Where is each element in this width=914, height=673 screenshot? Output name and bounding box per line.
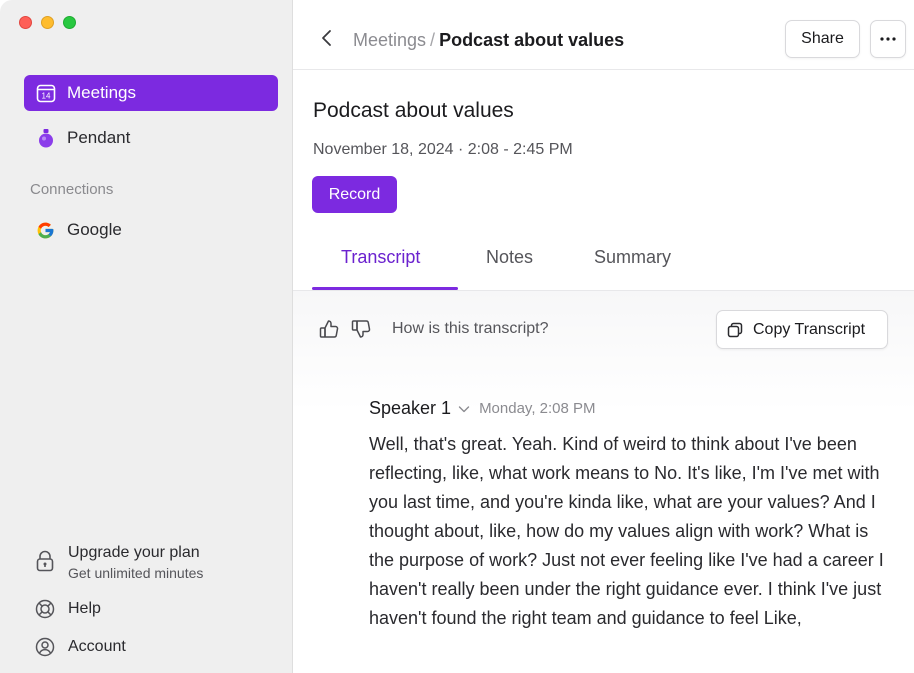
upgrade-plan-button[interactable]: Upgrade your plan Get unlimited minutes <box>34 544 203 581</box>
speaker-timestamp: Monday, 2:08 PM <box>479 400 596 417</box>
zoom-window-button[interactable] <box>63 16 76 29</box>
record-button[interactable]: Record <box>312 176 397 213</box>
calendar-icon: 14 <box>35 83 56 104</box>
top-bar: Meetings / Podcast about values Share <box>293 0 914 70</box>
account-button[interactable]: Account <box>34 636 126 658</box>
sidebar-item-google[interactable]: Google <box>24 212 278 248</box>
upgrade-subtitle: Get unlimited minutes <box>68 565 204 581</box>
tab-bar: Transcript Notes Summary <box>293 236 914 291</box>
help-label: Help <box>68 600 101 617</box>
upgrade-title: Upgrade your plan <box>68 544 200 561</box>
meeting-datetime: November 18, 2024 · 2:08 - 2:45 PM <box>313 141 573 158</box>
sidebar: 14 Meetings Pendant Connections Google U… <box>0 0 293 673</box>
lifebuoy-icon <box>34 598 56 620</box>
speaker-header: Speaker 1 Monday, 2:08 PM <box>369 398 596 419</box>
lock-icon <box>34 550 56 572</box>
connections-heading: Connections <box>30 181 114 198</box>
transcript-panel: How is this transcript? Copy Transcript … <box>293 291 914 673</box>
feedback-question: How is this transcript? <box>392 320 549 337</box>
tab-summary[interactable]: Summary <box>594 247 671 268</box>
page-title: Podcast about values <box>313 99 514 122</box>
copy-icon <box>727 322 743 338</box>
account-label: Account <box>68 638 126 655</box>
tab-transcript[interactable]: Transcript <box>341 247 420 268</box>
ellipsis-icon <box>880 37 896 41</box>
svg-text:14: 14 <box>41 92 50 101</box>
tab-notes[interactable]: Notes <box>486 247 533 268</box>
more-options-button[interactable] <box>870 20 906 58</box>
speaker-name[interactable]: Speaker 1 <box>369 398 451 419</box>
breadcrumb-separator: / <box>430 30 436 50</box>
sidebar-item-pendant[interactable]: Pendant <box>24 120 278 156</box>
breadcrumb-current: Podcast about values <box>439 30 625 50</box>
sidebar-item-meetings[interactable]: 14 Meetings <box>24 75 278 111</box>
window-controls <box>19 16 76 29</box>
sidebar-item-label: Meetings <box>67 83 136 102</box>
breadcrumb: Meetings / Podcast about values <box>353 30 624 51</box>
help-button[interactable]: Help <box>34 598 101 620</box>
thumbs-up-icon[interactable] <box>318 318 340 340</box>
close-window-button[interactable] <box>19 16 32 29</box>
thumbs-down-icon[interactable] <box>350 318 372 340</box>
sidebar-item-label: Pendant <box>67 128 131 147</box>
main-content: Meetings / Podcast about values Share Podc… <box>293 0 914 673</box>
minimize-window-button[interactable] <box>41 16 54 29</box>
back-icon[interactable] <box>319 27 335 49</box>
transcript-text: Well, that's great. Yeah. Kind of weird … <box>369 434 884 628</box>
chevron-down-icon[interactable] <box>457 402 471 416</box>
breadcrumb-parent[interactable]: Meetings <box>353 30 426 50</box>
active-tab-indicator <box>312 287 458 290</box>
google-icon <box>35 220 56 241</box>
copy-transcript-button[interactable]: Copy Transcript <box>716 310 888 349</box>
pendant-icon <box>35 128 56 149</box>
sidebar-item-label: Google <box>67 220 122 239</box>
share-button[interactable]: Share <box>785 20 860 58</box>
user-circle-icon <box>34 636 56 658</box>
copy-transcript-label: Copy Transcript <box>753 320 866 338</box>
